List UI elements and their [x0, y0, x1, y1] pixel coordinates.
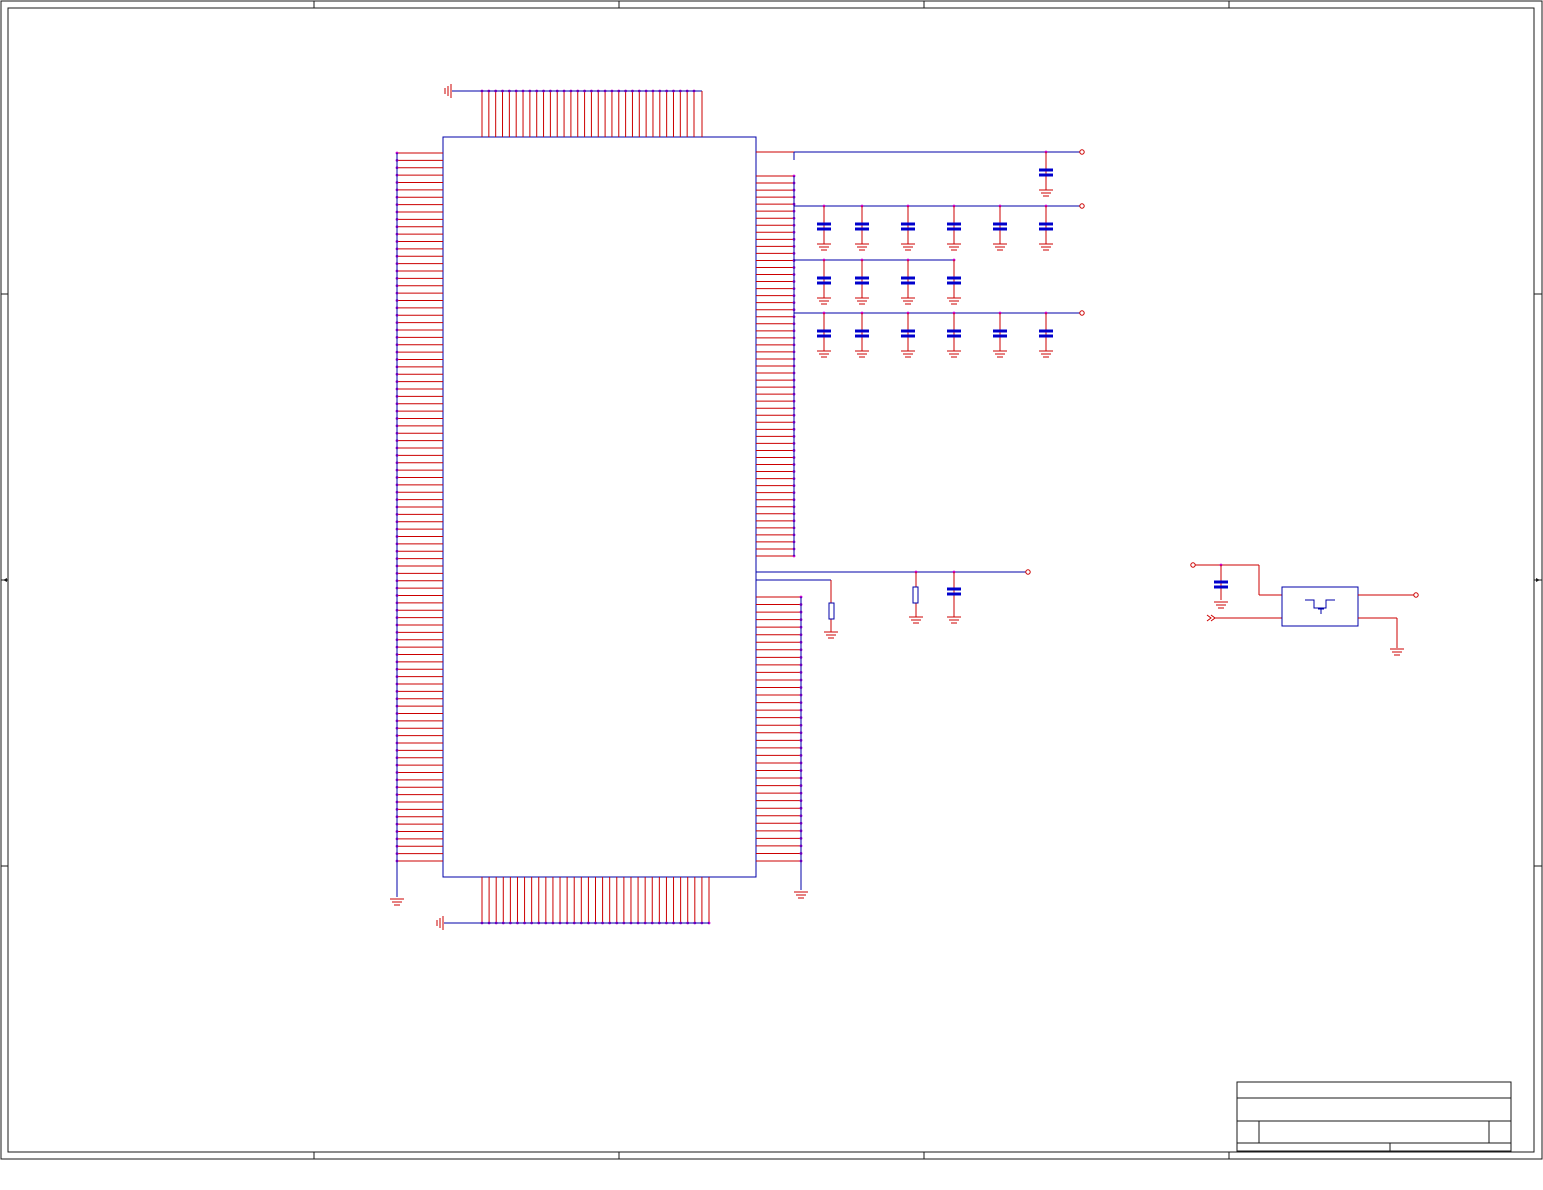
net-terminal	[1079, 203, 1085, 209]
resistor	[828, 602, 835, 620]
resistor	[912, 586, 919, 604]
schematic-sheet	[0, 0, 1543, 1190]
net-terminal	[1079, 149, 1085, 155]
net-terminal	[1413, 592, 1419, 598]
net-terminal	[1190, 562, 1196, 568]
net-terminal	[1079, 310, 1085, 316]
net-terminal	[1025, 569, 1031, 575]
regulator-ic	[1281, 586, 1359, 627]
